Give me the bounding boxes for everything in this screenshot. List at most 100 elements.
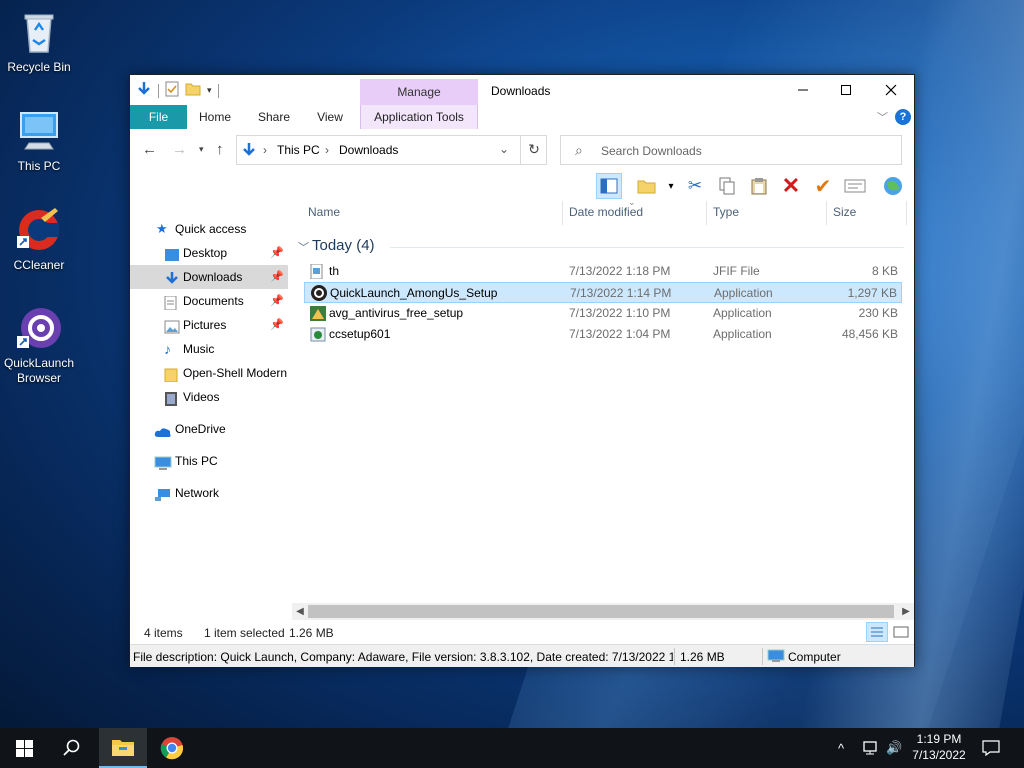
breadcrumb-downloads[interactable]: Downloads: [339, 143, 398, 157]
tab-share[interactable]: Share: [251, 105, 297, 129]
taskbar-chrome[interactable]: [148, 728, 196, 768]
classic-toolbar: ▾ ✂ ✕ ✔: [130, 171, 914, 201]
nav-open-shell[interactable]: Open-Shell Modern: [130, 361, 288, 385]
file-description: File description: Quick Launch, Company:…: [133, 650, 673, 664]
refresh-button[interactable]: ↻: [520, 135, 547, 165]
taskbar-file-explorer[interactable]: [99, 728, 147, 768]
file-row-ccsetup[interactable]: ccsetup601 7/13/2022 1:04 PM Application…: [304, 324, 902, 345]
window-title: Downloads: [491, 84, 551, 98]
search-button[interactable]: [48, 728, 96, 768]
file-row-th[interactable]: th 7/13/2022 1:18 PM JFIF File 8 KB: [304, 261, 902, 282]
downloads-location-icon: [241, 142, 257, 161]
column-header-type[interactable]: Type: [713, 205, 739, 219]
forward-arrow-icon[interactable]: →: [172, 141, 187, 158]
videos-icon: [164, 390, 180, 406]
explorer-window: ▾ Manage Downloads File Home Share View …: [129, 74, 915, 667]
nav-pictures[interactable]: Pictures 📌: [130, 313, 288, 337]
preview-pane-button[interactable]: [596, 173, 622, 199]
breadcrumb-separator-icon: ›: [325, 143, 329, 157]
image-file-icon: [310, 263, 326, 280]
desktop-icon-recycle-bin[interactable]: Recycle Bin: [0, 8, 78, 75]
installer-icon: [310, 327, 326, 342]
network-tray-icon[interactable]: [862, 728, 880, 768]
nav-onedrive[interactable]: OneDrive: [130, 417, 288, 441]
views-dropdown-icon[interactable]: ▾: [658, 173, 684, 199]
tab-application-tools[interactable]: Application Tools: [360, 105, 478, 129]
file-row-quicklaunch[interactable]: QuickLaunch_AmongUs_Setup 7/13/2022 1:14…: [304, 282, 902, 303]
start-button[interactable]: [0, 728, 48, 768]
properties-button-icon[interactable]: [842, 173, 868, 199]
show-hidden-icons[interactable]: ^: [838, 728, 844, 768]
status-bar: 4 items 1 item selected 1.26 MB: [130, 620, 914, 644]
scroll-right-icon[interactable]: ▶: [898, 603, 914, 620]
recent-locations-icon[interactable]: ▾: [199, 144, 204, 155]
desktop-icon-quicklaunch[interactable]: QuickLaunch Browser: [0, 304, 78, 386]
nav-documents[interactable]: Documents 📌: [130, 289, 288, 313]
tab-file[interactable]: File: [130, 105, 187, 129]
nav-music[interactable]: ♪ Music: [130, 337, 288, 361]
delete-icon[interactable]: ✕: [778, 173, 804, 199]
ribbon-tabs: File Home Share View Application Tools ﹀…: [130, 105, 914, 129]
expand-ribbon-icon[interactable]: ﹀: [877, 109, 888, 125]
internet-options-icon[interactable]: [880, 173, 906, 199]
address-dropdown-icon[interactable]: ⌄: [499, 142, 509, 156]
pin-icon: 📌: [270, 271, 284, 283]
details-bar: File description: Quick Launch, Company:…: [130, 644, 914, 667]
new-folder-icon[interactable]: [185, 82, 201, 99]
downloads-icon: [164, 270, 180, 284]
scrollbar-thumb[interactable]: [308, 605, 894, 618]
selection-count: 1 item selected: [204, 626, 285, 640]
manage-context-tab[interactable]: Manage: [360, 79, 478, 105]
address-bar[interactable]: › This PC › Downloads ⌄ ↻: [236, 135, 547, 165]
column-header-name[interactable]: Name: [308, 205, 340, 219]
file-list: Name Date modified ⌄ Type Size ﹀ Today (…: [296, 197, 914, 605]
pin-icon: 📌: [270, 295, 284, 307]
tab-home[interactable]: Home: [192, 105, 238, 129]
cut-icon[interactable]: ✂: [682, 173, 708, 199]
large-icons-view-button[interactable]: [890, 622, 912, 642]
details-view-button[interactable]: [866, 622, 888, 642]
nav-downloads[interactable]: Downloads 📌: [130, 265, 288, 289]
properties-icon[interactable]: [165, 81, 179, 100]
folder-icon: [164, 366, 180, 383]
new-folder-button[interactable]: [634, 173, 660, 199]
copy-icon[interactable]: [714, 173, 740, 199]
chrome-icon: [160, 737, 184, 760]
help-icon[interactable]: ?: [895, 109, 911, 125]
clock-time: 1:19 PM: [916, 732, 962, 746]
scroll-left-icon[interactable]: ◀: [292, 603, 308, 620]
column-header-size[interactable]: Size: [833, 205, 856, 219]
rename-check-icon[interactable]: ✔: [810, 173, 836, 199]
star-icon: ★: [156, 221, 168, 236]
windows-logo-icon: [15, 739, 33, 757]
nav-quick-access[interactable]: ★ Quick access: [130, 217, 288, 241]
maximize-button[interactable]: [823, 75, 869, 105]
tab-view[interactable]: View: [307, 105, 353, 129]
back-arrow-icon[interactable]: ←: [142, 141, 157, 158]
nav-this-pc[interactable]: This PC: [130, 449, 288, 473]
group-header-today[interactable]: Today (4): [312, 237, 375, 254]
notifications-icon[interactable]: [982, 728, 1000, 768]
nav-desktop[interactable]: Desktop 📌: [130, 241, 288, 265]
desktop-icon-ccleaner[interactable]: CCleaner: [0, 206, 78, 273]
file-row-avg[interactable]: avg_antivirus_free_setup 7/13/2022 1:10 …: [304, 303, 902, 324]
recycle-bin-icon: [15, 8, 63, 56]
customize-toolbar-icon[interactable]: ▾: [207, 85, 212, 96]
nav-network[interactable]: Network: [130, 481, 288, 505]
group-collapse-icon[interactable]: ﹀: [298, 239, 309, 255]
minimize-button[interactable]: [780, 75, 826, 105]
paste-icon[interactable]: [746, 173, 772, 199]
close-button[interactable]: [868, 75, 914, 105]
quicklaunch-app-icon: [311, 285, 327, 301]
up-arrow-icon[interactable]: ↑: [216, 141, 224, 158]
clock[interactable]: 1:19 PM 7/13/2022: [900, 731, 978, 763]
desktop-icon-this-pc[interactable]: This PC: [0, 107, 78, 174]
music-icon: ♪: [164, 341, 171, 357]
breadcrumb-this-pc[interactable]: This PC: [277, 143, 320, 157]
documents-icon: [164, 294, 180, 311]
search-box[interactable]: ⌕ Search Downloads: [560, 135, 902, 165]
cloud-icon: [154, 422, 171, 437]
clock-date: 7/13/2022: [912, 748, 966, 762]
horizontal-scrollbar[interactable]: ◀ ▶: [292, 603, 914, 620]
nav-videos[interactable]: Videos: [130, 385, 288, 409]
